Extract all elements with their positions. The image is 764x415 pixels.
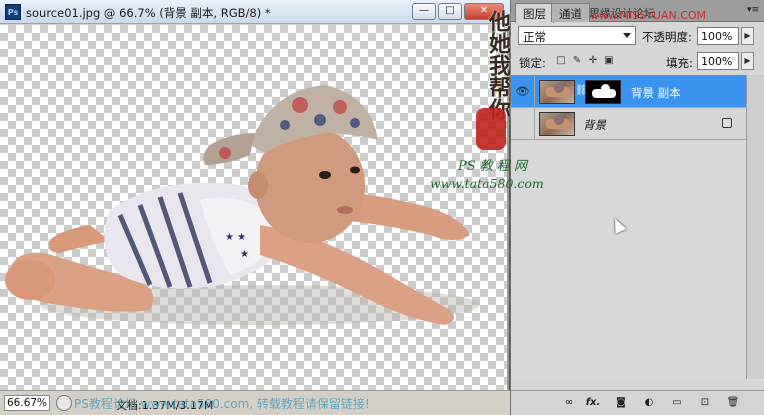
new-layer-icon[interactable]: ⊡ [697, 396, 713, 410]
lock-label: 锁定: [519, 56, 546, 70]
photoshop-logo-icon: Ps [5, 4, 21, 20]
watermark-top: www.MISSYUAN.COM [590, 9, 707, 22]
watermark-bottom: PS教程论坛 www.tata580.com, 转载教程请保留链接! [74, 397, 370, 411]
lock-icon [722, 118, 732, 128]
eye-hidden-icon[interactable] [511, 108, 535, 139]
image-canvas[interactable]: ★ ★ ★ [0, 25, 508, 390]
lock-all-icon[interactable]: ▣ [603, 55, 615, 67]
layer-mask-thumbnail[interactable] [585, 80, 621, 104]
svg-text:★: ★ [240, 249, 249, 260]
chevron-down-icon [623, 33, 631, 38]
layer-thumbnail [539, 80, 575, 104]
group-icon[interactable]: ▭ [669, 396, 685, 410]
lock-transparency-icon[interactable]: □ [555, 55, 567, 67]
minimize-button[interactable]: — [412, 3, 436, 20]
lock-pixels-icon[interactable]: ✎ [571, 55, 583, 67]
panel-menu-icon[interactable]: ▾≡ [746, 4, 760, 17]
fill-field[interactable]: 100% [697, 52, 739, 70]
layers-scrollbar[interactable] [746, 75, 764, 379]
layer-row-bg-copy[interactable]: 👁 ⛓ 背景 副本 [511, 76, 746, 108]
watermark-seal [476, 108, 506, 150]
panel-bottom-toolbar: ∞ fx. ◙ ◐ ▭ ⊡ 🗑 [511, 390, 764, 415]
maximize-button[interactable]: □ [438, 3, 462, 20]
lock-position-icon[interactable]: ✛ [587, 55, 599, 67]
zoom-field[interactable]: 66.67% [4, 395, 50, 411]
layer-thumbnail [539, 112, 575, 136]
watermark-ps-label: PS 教 程 网 [458, 159, 528, 174]
blend-mode-value: 正常 [523, 30, 546, 44]
tab-channels[interactable]: 通道 [551, 3, 590, 22]
watermark-vertical-text: 他她我帮你 [485, 10, 511, 120]
watermark-url: www.tata580.com [430, 176, 544, 191]
fill-label: 填充: [666, 56, 693, 70]
document-title: source01.jpg @ 66.7% (背景 副本, RGB/8) * [26, 6, 271, 20]
mask-icon[interactable]: ◙ [613, 396, 629, 410]
blend-opacity-row: 正常 不透明度: 100% ▶ [511, 24, 764, 48]
layer-row-background[interactable]: 背景 [511, 108, 746, 140]
svg-text:★ ★: ★ ★ [225, 232, 246, 243]
adjustment-icon[interactable]: ◐ [641, 396, 657, 410]
eye-icon[interactable]: 👁 [511, 76, 535, 107]
opacity-stepper[interactable]: ▶ [741, 27, 754, 45]
fx-icon[interactable]: fx. [585, 396, 601, 410]
layers-list: 👁 ⛓ 背景 副本 背景 [511, 75, 746, 379]
opacity-label: 不透明度: [642, 30, 692, 44]
tab-layers[interactable]: 图层 [515, 3, 554, 23]
trash-icon[interactable]: 🗑 [725, 396, 741, 410]
layer-name[interactable]: 背景 [583, 117, 606, 133]
document-window: Ps source01.jpg @ 66.7% (背景 副本, RGB/8) *… [0, 0, 510, 415]
layer-name[interactable]: 背景 副本 [631, 85, 681, 101]
link-icon[interactable]: ∞ [561, 396, 577, 410]
blend-mode-select[interactable]: 正常 [518, 26, 636, 45]
baby-image: ★ ★ ★ [5, 85, 480, 325]
layers-panel: 图层 通道 思缘设计论坛 ▾≡ 正常 不透明度: 100% ▶ 锁定: □ ✎ … [511, 0, 764, 415]
document-titlebar[interactable]: Ps source01.jpg @ 66.7% (背景 副本, RGB/8) *… [0, 0, 510, 24]
lock-fill-row: 锁定: □ ✎ ✛ ▣ 填充: 100% ▶ [511, 50, 764, 74]
fill-stepper[interactable]: ▶ [741, 52, 754, 70]
status-info-icon[interactable] [56, 395, 72, 411]
opacity-field[interactable]: 100% [697, 27, 739, 45]
